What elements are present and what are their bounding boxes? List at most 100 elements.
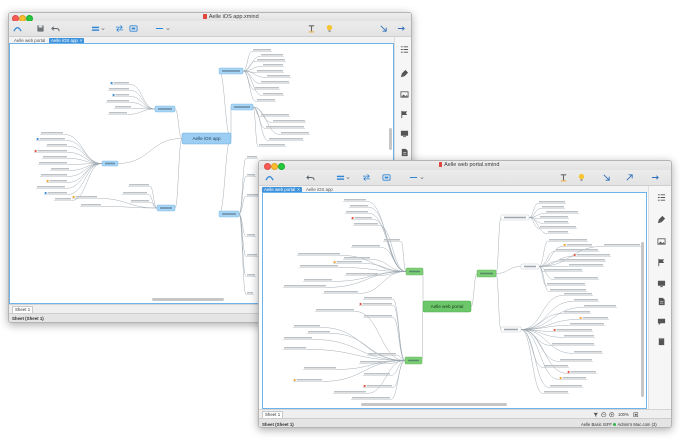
subtopic[interactable] [303,279,333,282]
format-icon[interactable] [400,69,409,78]
marker-icon[interactable] [400,110,409,119]
subtopic[interactable] [246,174,256,177]
main-topic[interactable] [101,160,119,167]
subtopic[interactable] [256,70,284,73]
subtopic[interactable] [262,64,284,67]
zoom-in-icon[interactable] [609,411,615,418]
subtopic[interactable] [547,231,569,234]
subtopic[interactable] [112,93,130,97]
main-topic[interactable] [156,204,176,212]
subtopic[interactable] [323,291,359,294]
front-window[interactable]: Aelle web portal.xmind Aelle web portal ×… [258,160,672,428]
subtopic[interactable] [54,198,72,201]
label-icon[interactable] [307,24,316,33]
zoom-window-button[interactable] [278,162,285,170]
subtopic[interactable] [549,385,583,388]
subtopic[interactable] [128,184,150,187]
subtopic[interactable] [333,391,367,394]
subtopic[interactable] [553,328,593,332]
close-tab-icon[interactable]: × [297,187,300,192]
subtopic[interactable] [539,216,569,219]
subtopic[interactable] [553,277,599,280]
subtopic[interactable] [130,200,150,203]
subtopic[interactable] [122,192,148,195]
structure-icon[interactable] [13,24,22,33]
outline-icon[interactable] [400,45,409,54]
subtopic[interactable] [559,376,587,380]
subtopic[interactable] [80,204,102,207]
subtopic[interactable] [46,144,68,147]
subtopic[interactable] [349,205,369,208]
idea-icon[interactable] [577,173,586,182]
subtopic[interactable] [307,331,331,334]
subtopic[interactable] [110,81,130,85]
subtopic[interactable] [551,343,595,346]
subtopic[interactable] [567,370,597,374]
subtopic[interactable] [573,351,603,354]
filter-icon[interactable] [593,412,599,418]
boundary-icon[interactable] [129,24,138,33]
subtopic[interactable] [573,253,611,257]
subtopic[interactable] [543,221,569,224]
topic-icon[interactable] [91,24,100,33]
subtopic[interactable] [353,223,379,226]
horizontal-scrollbar[interactable] [361,403,507,406]
subtopic[interactable] [563,243,593,247]
subtopic[interactable] [46,179,68,183]
subtopic[interactable] [36,137,66,141]
mind-map-canvas[interactable]: Aelle web portal [262,192,647,409]
chevron-down-icon[interactable] [346,176,350,180]
subtopic[interactable] [568,264,604,267]
arrow-right-icon[interactable] [651,173,660,182]
topic-icon[interactable] [336,173,345,182]
tab-aelle-ios-app[interactable]: Aelle iOS app × [49,37,85,43]
subtopic[interactable] [351,216,373,220]
subtopic[interactable] [280,132,310,135]
subtopic[interactable] [108,88,130,91]
subtopic[interactable] [546,283,586,286]
subtopic[interactable] [558,259,606,262]
main-topic[interactable] [218,210,240,218]
subtopic[interactable] [272,120,306,123]
arrow-right-icon[interactable] [397,24,406,33]
subtopic[interactable] [363,384,393,388]
main-topic[interactable] [154,105,176,113]
image-icon[interactable] [400,90,409,99]
subtopic[interactable] [114,106,132,109]
subtopic[interactable] [351,245,381,248]
subtopic[interactable] [543,269,583,272]
fit-icon[interactable] [633,411,639,418]
subtopic[interactable] [34,149,68,153]
subtopic[interactable] [297,253,341,256]
horizontal-scrollbar[interactable] [152,298,224,301]
subtopic[interactable] [42,156,68,159]
close-tab-icon[interactable]: × [80,38,83,43]
minimize-window-button[interactable] [271,162,278,170]
title-bar[interactable]: Aelle web portal.xmind [259,161,671,170]
subtopic[interactable] [539,226,577,229]
subtopic[interactable] [283,337,313,340]
subtopic[interactable] [569,323,605,326]
vertical-scrollbar[interactable] [389,128,392,150]
marker-icon[interactable] [657,258,666,267]
summary-icon[interactable] [409,173,418,182]
subtopic[interactable] [545,211,579,214]
subtopic[interactable] [343,257,371,260]
subtopic[interactable] [246,156,258,159]
subtopic[interactable] [106,100,130,103]
subtopic[interactable] [583,305,617,308]
subtopic[interactable] [538,201,566,204]
subtopic[interactable] [541,206,565,209]
main-topic[interactable] [476,269,497,278]
subtopic[interactable] [579,316,609,320]
image-icon[interactable] [657,237,666,246]
subtopic[interactable] [573,299,599,302]
subtopic[interactable] [258,144,286,147]
icon-gallery-icon[interactable] [657,279,666,288]
save-icon[interactable] [36,24,45,33]
main-topic[interactable] [405,267,424,276]
subtopic[interactable] [359,361,389,364]
subtopic[interactable] [256,99,276,102]
task-icon[interactable] [657,337,666,346]
subtopic[interactable] [252,49,272,52]
